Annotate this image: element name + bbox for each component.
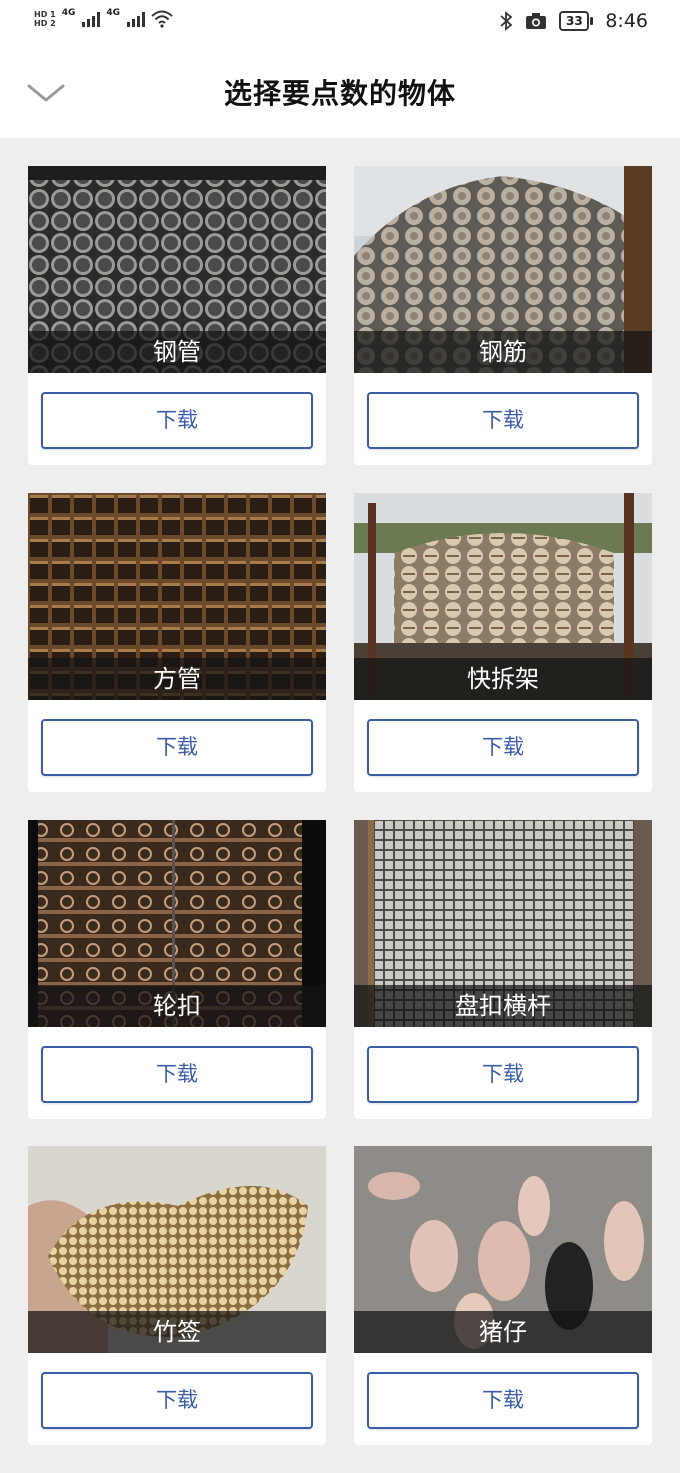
item-label: 快拆架 — [354, 658, 652, 700]
item-card-quick-release-frame[interactable]: 快拆架 下载 — [354, 493, 652, 792]
status-bar: HD 1 HD 2 4G 4G 33 8:46 — [0, 0, 680, 48]
item-label: 轮扣 — [28, 985, 326, 1027]
page-title: 选择要点数的物体 — [223, 77, 456, 110]
signal-icon — [82, 11, 101, 27]
item-label: 方管 — [28, 658, 326, 700]
download-button[interactable]: 下载 — [367, 1046, 639, 1103]
sim-labels: HD 1 HD 2 — [34, 10, 56, 28]
item-label: 竹签 — [28, 1311, 326, 1353]
download-button[interactable]: 下载 — [367, 719, 639, 776]
item-label: 钢管 — [28, 331, 326, 373]
item-label: 钢筋 — [354, 331, 652, 373]
download-button[interactable]: 下载 — [41, 392, 313, 449]
download-button[interactable]: 下载 — [367, 392, 639, 449]
signal-icon — [127, 11, 145, 27]
camera-icon — [526, 13, 547, 29]
bluetooth-icon — [500, 11, 513, 31]
download-button[interactable]: 下载 — [367, 1372, 639, 1429]
item-card-bamboo-skewer[interactable]: 竹签 下载 — [28, 1146, 326, 1445]
sim2-label: HD 2 — [34, 19, 56, 28]
download-button[interactable]: 下载 — [41, 719, 313, 776]
network2-label: 4G — [106, 8, 120, 18]
item-card-piglet[interactable]: 猪仔 下载 — [354, 1146, 652, 1445]
item-card-wheel-buckle[interactable]: 轮扣 下载 — [28, 820, 326, 1119]
battery-icon: 33 — [559, 11, 594, 31]
battery-level: 33 — [559, 11, 590, 31]
item-label: 猪仔 — [354, 1311, 652, 1353]
network1-label: 4G — [61, 8, 76, 18]
item-card-steel-pipe[interactable]: 钢管 下载 — [28, 166, 326, 465]
item-card-square-tube[interactable]: 方管 下载 — [28, 493, 326, 792]
page-header: 选择要点数的物体 — [0, 48, 680, 138]
wifi-icon — [151, 10, 173, 28]
item-card-disc-buckle-bar[interactable]: 盘扣横杆 下载 — [354, 820, 652, 1119]
download-button[interactable]: 下载 — [41, 1372, 313, 1429]
item-label: 盘扣横杆 — [354, 985, 652, 1027]
sim1-label: HD 1 — [34, 10, 56, 19]
status-time: 8:46 — [605, 10, 648, 32]
item-card-rebar[interactable]: 钢筋 下载 — [354, 166, 652, 465]
status-left: HD 1 HD 2 4G 4G — [34, 8, 173, 28]
download-button[interactable]: 下载 — [41, 1046, 313, 1103]
status-right: 33 8:46 — [499, 10, 648, 32]
